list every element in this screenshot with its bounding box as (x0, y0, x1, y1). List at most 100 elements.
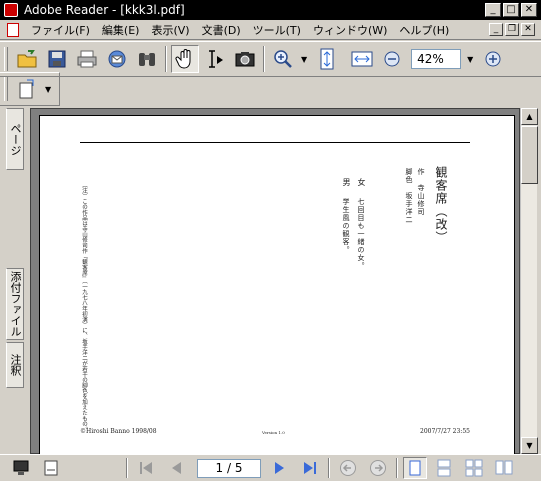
actual-size-icon (320, 48, 334, 70)
minus-circle-icon (384, 51, 400, 67)
window-title: Adobe Reader - [kkk3l.pdf] (24, 3, 185, 17)
author-line: 作 寺山修司 (417, 168, 425, 216)
zoom-in-tool-button[interactable] (269, 45, 297, 73)
next-view-button[interactable] (365, 457, 391, 479)
character-woman: 女 (357, 178, 366, 187)
single-page-icon (409, 460, 421, 476)
last-page-icon (304, 462, 316, 474)
scroll-up-button[interactable]: ▲ (521, 108, 538, 125)
snapshot-tool-button[interactable] (231, 45, 259, 73)
search-button[interactable] (133, 45, 161, 73)
menu-document[interactable]: 文書(D) (196, 22, 247, 38)
hand-icon (175, 49, 191, 69)
doc-minimize-button[interactable]: _ (489, 23, 503, 36)
plus-circle-icon (485, 51, 501, 67)
main-toolbar: ▼ 42% ▼ (0, 41, 541, 77)
camera-icon (235, 52, 255, 67)
continuous-facing-layout-button[interactable] (461, 457, 487, 479)
status-separator (328, 458, 330, 478)
title-bar: Adobe Reader - [kkk3l.pdf] _ □ ✕ (0, 0, 541, 20)
previous-view-button[interactable] (335, 457, 361, 479)
header-rule (80, 142, 470, 143)
pdf-page: 観客席（改） 作 寺山修司 脚色 坂手洋二 女 七回目も一緒の女。 男 学生風の… (39, 115, 515, 455)
zoom-tool-dropdown-icon[interactable]: ▼ (301, 55, 307, 64)
facing-layout-button[interactable] (491, 457, 517, 479)
toolbar-separator (165, 46, 167, 72)
footer-version: Version 1.0 (262, 430, 285, 435)
actual-size-button[interactable] (313, 45, 341, 73)
secondary-toolbar: ▼ (0, 72, 60, 106)
rotate-dropdown-icon[interactable]: ▼ (45, 85, 51, 94)
minimize-button[interactable]: _ (485, 3, 501, 17)
magnifier-plus-icon (274, 50, 292, 68)
floppy-disk-icon (48, 50, 66, 68)
zoom-out-button[interactable] (378, 45, 406, 73)
first-page-button[interactable] (133, 457, 159, 479)
fit-width-button[interactable] (348, 45, 376, 73)
rotate-pages-button[interactable] (13, 75, 41, 103)
toolbar-separator (263, 46, 265, 72)
previous-page-button[interactable] (163, 457, 189, 479)
vertical-scrollbar[interactable]: ▲ ▼ (520, 108, 538, 454)
binoculars-icon (139, 53, 155, 66)
tab-attachments[interactable]: 添付ファイル (6, 268, 24, 340)
menu-window[interactable]: ウィンドウ(W) (307, 22, 393, 38)
menu-help[interactable]: ヘルプ(H) (393, 22, 455, 38)
continuous-pages-icon (437, 459, 451, 477)
status-separator (396, 458, 398, 478)
doc-restore-button[interactable]: ❐ (505, 23, 519, 36)
page-layout-toggle-button[interactable] (38, 457, 64, 479)
menu-edit[interactable]: 編集(E) (96, 22, 146, 38)
adaptation-line: 脚色 坂手洋二 (405, 168, 413, 224)
character-woman-description: 七回目も一緒の女。 (357, 198, 365, 270)
next-page-icon (275, 462, 284, 474)
single-page-layout-button[interactable] (403, 457, 427, 479)
footer-date: 2007/7/27 23:55 (420, 428, 470, 435)
tab-pages[interactable]: ページ (6, 108, 24, 170)
scroll-down-button[interactable]: ▼ (521, 437, 538, 454)
tab-pages-label: ページ (9, 122, 22, 156)
toolbar-grip[interactable] (4, 77, 8, 101)
facing-pages-icon (495, 460, 513, 475)
toolbar-grip[interactable] (4, 47, 8, 71)
first-page-icon (140, 462, 152, 474)
open-button[interactable] (13, 45, 41, 73)
tab-comments[interactable]: 注釈 (6, 342, 24, 388)
save-button[interactable] (43, 45, 71, 73)
open-folder-icon (17, 50, 37, 68)
page-number-input[interactable]: 1 / 5 (197, 458, 261, 478)
email-button[interactable] (103, 45, 131, 73)
menu-file[interactable]: ファイル(F) (25, 22, 96, 38)
page-rotate-icon (19, 79, 34, 99)
tab-comments-label: 注釈 (9, 354, 22, 376)
close-button[interactable]: ✕ (521, 3, 537, 17)
fit-width-icon (351, 51, 373, 67)
document-view[interactable]: 観客席（改） 作 寺山修司 脚色 坂手洋二 女 七回目も一緒の女。 男 学生風の… (30, 108, 520, 455)
continuous-layout-button[interactable] (431, 457, 457, 479)
print-button[interactable] (73, 45, 101, 73)
zoom-in-button[interactable] (479, 45, 507, 73)
footnote: 〔注〕この作品は寺山修司作『観客席』（一九七八年初演）に、坂手洋二が若干の脚色を… (81, 182, 87, 433)
facing-pages-grid-icon (465, 459, 483, 477)
text-cursor-icon (209, 50, 223, 68)
menu-tools[interactable]: ツール(T) (247, 22, 307, 38)
character-man-description: 学生風の観客。 (342, 198, 350, 254)
maximize-button[interactable]: □ (503, 3, 519, 17)
pdf-document-icon[interactable] (7, 22, 19, 37)
navigation-pane: ページ 添付ファイル 注釈 (0, 108, 30, 454)
zoom-level-dropdown-icon[interactable]: ▼ (467, 55, 473, 64)
zoom-level-input[interactable]: 42% (411, 49, 462, 69)
hand-tool-button[interactable] (171, 45, 199, 73)
forward-arrow-circle-icon (370, 460, 386, 476)
scroll-thumb[interactable] (521, 126, 538, 184)
document-properties-button[interactable] (8, 457, 34, 479)
select-text-tool-button[interactable] (201, 45, 229, 73)
single-page-small-icon (44, 460, 58, 476)
play-title: 観客席（改） (434, 166, 448, 244)
next-page-button[interactable] (267, 457, 293, 479)
menu-bar: ファイル(F) 編集(E) 表示(V) 文書(D) ツール(T) ウィンドウ(W… (0, 20, 541, 40)
menu-view[interactable]: 表示(V) (145, 22, 195, 38)
doc-close-button[interactable]: ✕ (521, 23, 535, 36)
last-page-button[interactable] (297, 457, 323, 479)
back-arrow-circle-icon (340, 460, 356, 476)
